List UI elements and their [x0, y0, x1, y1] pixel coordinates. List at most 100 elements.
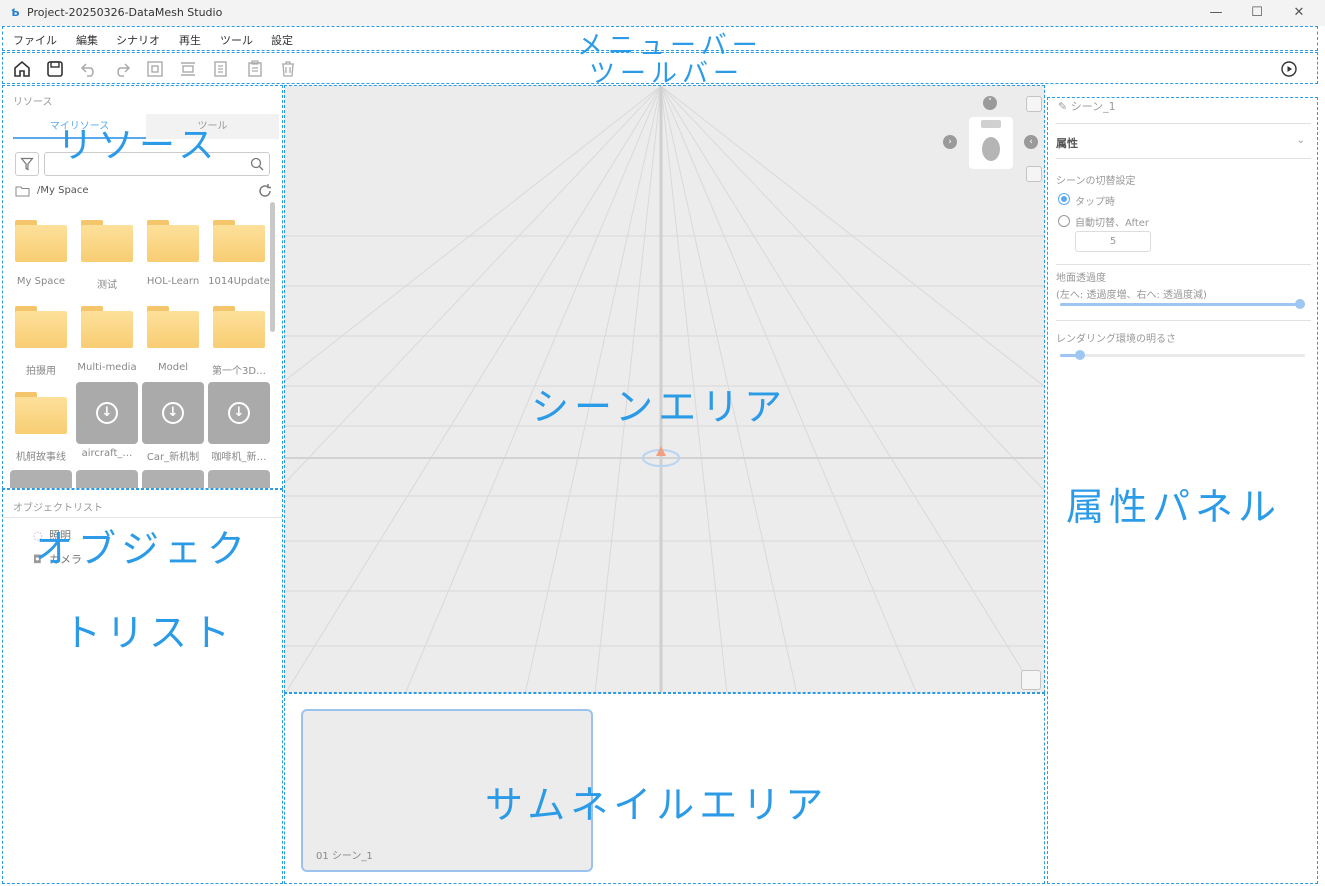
model-thumbnail-partial[interactable]	[10, 470, 72, 488]
model-item[interactable]: ↓ aircraft_…	[75, 382, 139, 464]
filter-icon	[20, 157, 34, 171]
model-thumbnail-partial[interactable]	[208, 470, 270, 488]
folder-icon	[81, 306, 133, 348]
thumbnail-area: 01 シーン_1 サムネイルエリア	[284, 693, 1045, 884]
folder-label: HOL-Learn	[146, 276, 200, 287]
folder-item[interactable]: 测试	[75, 210, 139, 292]
folder-label: Model	[157, 362, 189, 373]
fit-icon[interactable]	[145, 59, 165, 79]
folder-icon	[81, 220, 133, 262]
radio-on-tap[interactable]	[1058, 193, 1070, 205]
maximize-button[interactable]: ☐	[1243, 3, 1271, 23]
divider	[1056, 123, 1311, 124]
slider-thumb[interactable]	[1295, 299, 1305, 309]
menu-tools[interactable]: ツール	[220, 32, 253, 48]
window-title: Project-20250326-DataMesh Studio	[27, 6, 223, 19]
model-thumbnail-partial[interactable]	[76, 470, 138, 488]
ground-transparency-slider[interactable]	[1060, 299, 1305, 309]
object-list-panel: オブジェクトリスト ◌ 照明 ◘ カメラ オブジェク トリスト	[2, 489, 283, 884]
home-icon[interactable]	[12, 59, 32, 79]
folder-item[interactable]: My Space	[9, 210, 73, 292]
folder-label: 第一个3D…	[211, 366, 267, 377]
model-thumbnail: ↓	[208, 382, 270, 444]
ground-transparency-label: 地面透過度	[1056, 273, 1106, 284]
save-icon[interactable]	[45, 59, 65, 79]
scene-name-field[interactable]: ✎ シーン_1	[1058, 98, 1116, 114]
slider-thumb[interactable]	[1074, 350, 1085, 360]
properties-annotation: 属性パネル	[1066, 485, 1282, 529]
path-row: /My Space	[13, 184, 275, 200]
filter-button[interactable]	[15, 152, 39, 176]
camera-settings-icon[interactable]	[1026, 96, 1042, 112]
model-item[interactable]: ↓ Car_新机制	[141, 382, 205, 464]
object-list-header: オブジェクトリスト	[13, 503, 103, 514]
auto-seconds-input[interactable]: 5	[1075, 231, 1151, 252]
download-icon[interactable]: ↓	[228, 402, 250, 424]
resources-header: リソース	[13, 97, 53, 108]
folder-icon	[147, 306, 199, 348]
divider	[1056, 158, 1311, 159]
folder-item[interactable]: Multi-media	[75, 296, 139, 378]
thumbnail-annotation: サムネイルエリア	[485, 783, 829, 827]
folder-item[interactable]: HOL-Learn	[141, 210, 205, 292]
download-icon[interactable]: ↓	[162, 402, 184, 424]
folder-icon	[15, 392, 67, 434]
properties-panel: ✎ シーン_1 属性 ⌄ シーンの切替設定 タップ時 自動切替、After 5 …	[1047, 97, 1318, 884]
list-icon[interactable]	[1021, 670, 1041, 690]
current-path: /My Space	[37, 185, 89, 196]
chevron-down-icon[interactable]: ⌄	[1297, 135, 1305, 146]
model-label: aircraft_…	[81, 448, 133, 459]
close-button[interactable]: ✕	[1285, 3, 1313, 23]
folder-item[interactable]: 拍摄用	[9, 296, 73, 378]
app-logo-icon: Ƅ	[11, 6, 20, 19]
view-top-button[interactable]: ˅	[983, 96, 997, 110]
view-right-button[interactable]: ‹	[1024, 135, 1038, 149]
menu-scenario[interactable]: シナリオ	[116, 32, 160, 48]
download-icon[interactable]: ↓	[96, 402, 118, 424]
model-item[interactable]: ↓ 咖啡机_新…	[207, 382, 271, 464]
menu-settings[interactable]: 設定	[271, 32, 293, 48]
radio-on-tap-label: タップ時	[1075, 197, 1115, 208]
radio-auto[interactable]	[1058, 215, 1070, 227]
folder-label: 机舸故事线	[16, 452, 66, 463]
head-model-icon	[981, 120, 1001, 161]
menu-file[interactable]: ファイル	[13, 32, 57, 48]
folder-item[interactable]: Model	[141, 296, 205, 378]
copy-icon[interactable]	[211, 59, 231, 79]
folder-item[interactable]: 机舸故事线	[9, 382, 73, 464]
folder-item[interactable]: 1014Update	[207, 210, 271, 292]
folder-outline-icon	[15, 186, 30, 197]
folder-icon	[15, 306, 67, 348]
view-left-button[interactable]: ›	[943, 135, 957, 149]
paste-icon[interactable]	[245, 59, 265, 79]
folder-label: 测试	[97, 280, 117, 291]
redo-icon[interactable]	[112, 59, 132, 79]
folder-icon	[213, 306, 265, 348]
folder-label: Multi-media	[77, 362, 137, 373]
folder-icon	[213, 220, 265, 262]
section-title: 属性	[1056, 137, 1078, 150]
thumbnail-caption: 01 シーン_1	[316, 851, 373, 862]
model-thumbnail-partial[interactable]	[142, 470, 204, 488]
scene-viewport[interactable]: ˅ › ‹ シーンエリア	[284, 85, 1045, 693]
menu-edit[interactable]: 編集	[76, 32, 98, 48]
menu-bar: ファイル 編集 シナリオ 再生 ツール 設定 メニューバー	[2, 26, 1318, 61]
refresh-icon[interactable]	[257, 183, 273, 199]
delete-icon[interactable]	[278, 59, 298, 79]
toolbar: ツールバー	[2, 52, 1318, 89]
radio-auto-label: 自動切替、After	[1075, 218, 1150, 229]
model-label: 咖啡机_新…	[211, 452, 267, 463]
folder-item[interactable]: 第一个3D…	[207, 296, 271, 378]
minimize-button[interactable]: —	[1202, 3, 1230, 23]
undo-icon[interactable]	[79, 59, 99, 79]
play-icon[interactable]	[1279, 59, 1299, 79]
folder-icon	[147, 220, 199, 262]
view-cube[interactable]	[969, 117, 1013, 169]
menu-playback[interactable]: 再生	[179, 32, 201, 48]
resources-panel: リソース マイリソース ツール /My Space My Space 测试 HO…	[2, 85, 283, 489]
align-icon[interactable]	[178, 59, 198, 79]
model-thumbnail: ↓	[76, 382, 138, 444]
transition-label: シーンの切替設定	[1056, 176, 1136, 187]
brightness-slider[interactable]	[1060, 350, 1305, 360]
grid-toggle-icon[interactable]	[1026, 166, 1042, 182]
